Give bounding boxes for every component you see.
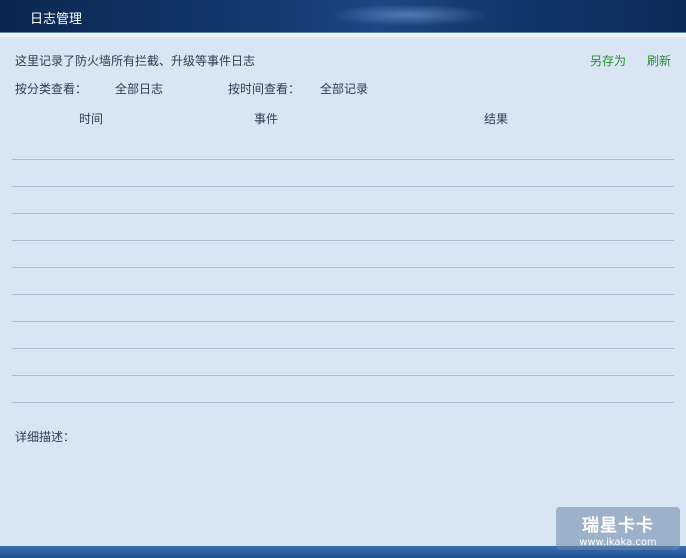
column-header-time[interactable]: 时间 [79, 110, 103, 127]
watermark-brand: 瑞星卡卡 [582, 516, 654, 536]
table-row-divider [12, 213, 674, 214]
refresh-button[interactable]: 刷新 [647, 52, 671, 69]
table-row-divider [12, 240, 674, 241]
table-row-divider [12, 294, 674, 295]
table-row-divider [12, 375, 674, 376]
table-row-divider [12, 321, 674, 322]
detail-description-label: 详细描述： [15, 430, 76, 444]
column-header-result[interactable]: 结果 [484, 110, 508, 127]
save-as-button[interactable]: 另存为 [590, 52, 626, 69]
window-title: 日志管理 [30, 12, 83, 27]
table-row-divider [12, 267, 674, 268]
column-header-event[interactable]: 事件 [254, 110, 278, 127]
time-filter-select[interactable]: 全部记录 [320, 80, 368, 97]
watermark-url: www.ikaka.com [579, 537, 657, 548]
time-filter-label: 按时间查看： [228, 82, 301, 96]
table-row-divider [12, 402, 674, 403]
table-row-divider [12, 348, 674, 349]
page-description: 这里记录了防火墙所有拦截、升级等事件日志 [15, 54, 256, 68]
table-row-divider [12, 159, 674, 160]
table-row-divider [12, 186, 674, 187]
watermark-logo: 瑞星卡卡 www.ikaka.com [556, 507, 680, 550]
title-bar: 日志管理 [0, 0, 686, 33]
category-filter-label: 按分类查看： [15, 82, 88, 96]
title-bar-glow [330, 4, 490, 26]
category-filter-select[interactable]: 全部日志 [115, 80, 163, 97]
